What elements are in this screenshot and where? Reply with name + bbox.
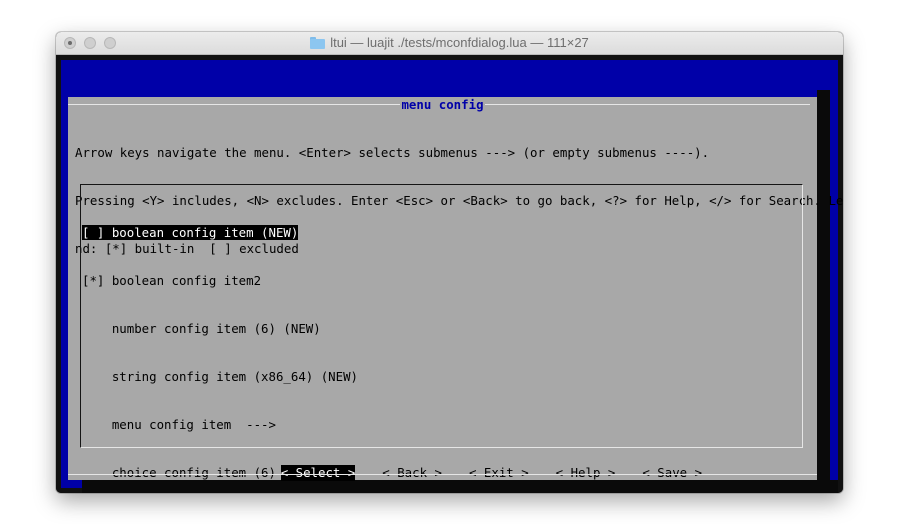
save-button[interactable]: < Save >	[642, 465, 702, 481]
help-line: Arrow keys navigate the menu. <Enter> se…	[75, 145, 710, 160]
menu-config-dialog: menu config Arrow keys navigate the menu…	[68, 97, 843, 481]
window-title-text: ltui — luajit ./tests/mconfdialog.lua — …	[330, 35, 589, 50]
menu-item-number-config-item[interactable]: number config item (6) (NEW)	[82, 321, 358, 337]
menu-item-menu-config-item[interactable]: menu config item --->	[82, 417, 358, 433]
menu-item-boolean-config-item2[interactable]: [*] boolean config item2	[82, 273, 358, 289]
menu-item-label: number config item (6) (NEW)	[82, 321, 321, 336]
folder-icon	[310, 37, 326, 49]
menu-list: [ ] boolean config item (NEW) [*] boolea…	[82, 193, 358, 493]
select-button[interactable]: < Select >	[280, 465, 356, 481]
menu-item-label: [ ] boolean config item (NEW)	[82, 225, 299, 240]
back-button[interactable]: < Back >	[382, 465, 442, 481]
menu-item-label: menu config item --->	[82, 417, 276, 432]
menu-item-boolean-config-item[interactable]: [ ] boolean config item (NEW)	[82, 225, 358, 241]
menu-item-string-config-item[interactable]: string config item (x86_64) (NEW)	[82, 369, 358, 385]
dialog-bottom-border	[68, 474, 817, 475]
terminal-window: ltui — luajit ./tests/mconfdialog.lua — …	[56, 32, 843, 493]
button-row: < Select > < Back > < Exit > < Help > < Save…	[221, 449, 729, 493]
title-bar: ltui — luajit ./tests/mconfdialog.lua — …	[56, 32, 843, 55]
terminal-area[interactable]: menu config Arrow keys navigate the menu…	[56, 55, 843, 493]
window-title: ltui — luajit ./tests/mconfdialog.lua — …	[56, 35, 843, 50]
dialog-title-text: menu config	[400, 97, 485, 112]
exit-button[interactable]: < Exit >	[469, 465, 529, 481]
menu-item-label: string config item (x86_64) (NEW)	[82, 369, 359, 384]
menu-item-label: [*] boolean config item2	[82, 273, 262, 288]
dialog-title: menu config	[68, 97, 817, 113]
help-button[interactable]: < Help >	[556, 465, 616, 481]
